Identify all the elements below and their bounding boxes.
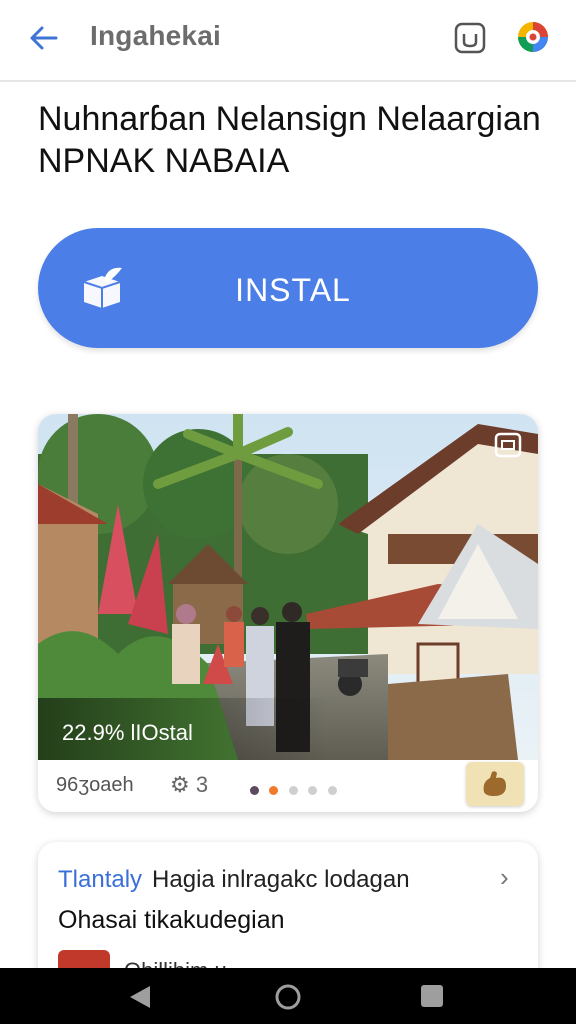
page-headline: Nuhnarɓan Nelansign Nelaargian NPNAK NAB… xyxy=(38,98,548,182)
install-button-label: INSTAL xyxy=(235,272,351,308)
carousel-dots[interactable] xyxy=(250,782,343,800)
hand-badge-button[interactable] xyxy=(466,762,524,806)
headline-line-2: NPNAK NABAIA xyxy=(38,142,290,180)
nav-back-icon[interactable] xyxy=(128,984,152,1010)
gear-count: 3 xyxy=(195,772,209,797)
media-footer-text: 96ʒoaeh xyxy=(56,774,134,796)
gear-icon: ⚙ xyxy=(170,772,190,797)
chevron-right-icon[interactable]: › xyxy=(500,862,509,893)
nav-recents-icon[interactable] xyxy=(421,985,443,1007)
photo-stats: 22.9% lIOstal xyxy=(62,720,193,745)
category-label[interactable]: Tlantaly xyxy=(58,866,142,893)
settings-gear[interactable]: ⚙ 3 xyxy=(170,772,208,798)
carousel-dot[interactable] xyxy=(250,786,259,795)
headline-line-1: Nuhnarɓan Nelansign Nelaargian xyxy=(38,100,541,138)
install-button[interactable]: INSTAL xyxy=(38,228,538,348)
arrow-left-icon[interactable] xyxy=(26,22,62,54)
system-navigation-bar xyxy=(0,968,576,1024)
category-description: Hagia inlragakc lodagan xyxy=(152,866,410,893)
info-card-title: Ohasai tikakudegian xyxy=(58,906,285,934)
carousel-dot[interactable] xyxy=(288,786,298,795)
media-card-footer: 96ʒoaeh ⚙ 3 xyxy=(38,760,538,812)
gallery-icon[interactable] xyxy=(494,432,522,458)
info-card-header: Tlantaly Hagia inlragakc lodagan xyxy=(58,866,410,894)
google-assistant-icon[interactable] xyxy=(514,18,552,56)
nav-home-icon[interactable] xyxy=(274,983,302,1011)
hand-icon xyxy=(483,771,506,796)
camera-icon[interactable] xyxy=(452,20,488,56)
app-title: Ingahekai xyxy=(90,20,221,51)
top-app-bar: Ingahekai xyxy=(0,0,576,82)
carousel-dot[interactable] xyxy=(308,786,318,795)
carousel-dot[interactable] xyxy=(327,786,337,795)
media-card[interactable]: 22.9% lIOstal 96ʒoaeh ⚙ 3 xyxy=(38,414,538,812)
carousel-dot-active[interactable] xyxy=(269,786,279,795)
